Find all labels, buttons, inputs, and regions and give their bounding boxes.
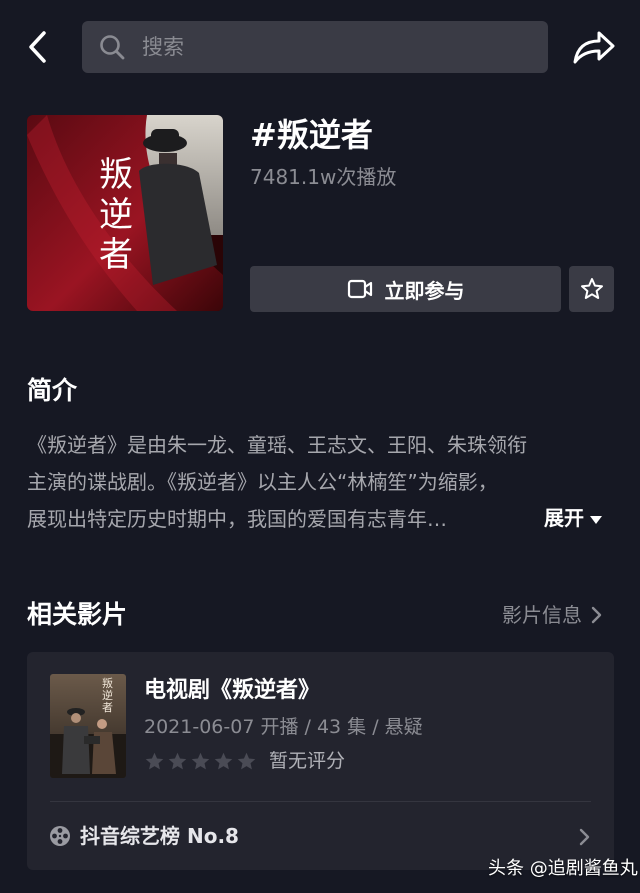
share-icon[interactable] — [571, 26, 617, 68]
poster-char: 叛 — [99, 155, 133, 195]
movie-info-link[interactable]: 影片信息 — [502, 600, 602, 630]
movie-title: 电视剧《叛逆者》 — [144, 678, 321, 703]
poster-char: 逆 — [99, 195, 133, 235]
related-movie-card[interactable]: 叛逆者 电视剧《叛逆者》 2021-06-07 开播 / 43 集 / 悬疑 暂… — [27, 652, 614, 870]
star-outline-icon — [580, 278, 603, 299]
favorite-button[interactable] — [569, 266, 614, 312]
triangle-down-icon — [590, 515, 602, 524]
join-button-label: 立即参与 — [384, 278, 465, 303]
intro-heading: 简介 — [27, 376, 78, 405]
intro-text: 《叛逆者》是由朱一龙、童瑶、王志文、王阳、朱珠领衔 主演的谍战剧。《叛逆者》以主… — [27, 427, 617, 538]
video-camera-icon — [347, 279, 372, 299]
topic-title: #叛逆者 — [250, 116, 373, 154]
play-count: 7481.1w次播放 — [250, 165, 397, 189]
movie-info-label: 影片信息 — [502, 603, 582, 627]
star-icon — [191, 752, 210, 769]
chevron-right-icon[interactable] — [577, 827, 591, 847]
intro-line: 展现出特定历史时期中，我国的爱国有志青年… — [27, 507, 447, 531]
movie-meta: 2021-06-07 开播 / 43 集 / 悬疑 — [144, 716, 423, 738]
card-divider — [50, 801, 591, 802]
poster-char: 者 — [99, 235, 133, 275]
related-heading: 相关影片 — [27, 600, 128, 629]
star-icon — [237, 752, 256, 769]
top-bar: 搜索 — [0, 0, 640, 95]
intro-line: 《叛逆者》是由朱一龙、童瑶、王志文、王阳、朱珠领衔 — [27, 433, 527, 457]
mini-poster-text: 叛逆者 — [102, 677, 113, 714]
rating-text: 暂无评分 — [269, 750, 346, 772]
expand-label: 展开 — [544, 506, 584, 530]
expand-button[interactable]: 展开 — [544, 500, 602, 537]
film-reel-icon — [50, 826, 70, 846]
search-placeholder: 搜索 — [142, 35, 184, 59]
join-button[interactable]: 立即参与 — [250, 266, 561, 312]
topic-poster: 叛 逆 者 — [27, 115, 223, 311]
star-icon — [168, 752, 187, 769]
search-input[interactable]: 搜索 — [82, 21, 548, 73]
rank-text[interactable]: 抖音综艺榜 No.8 — [80, 821, 239, 851]
watermark: 头条 @追剧酱鱼丸 — [488, 858, 638, 879]
movie-rating: 暂无评分 — [144, 748, 345, 774]
star-icon — [214, 752, 233, 769]
movie-poster: 叛逆者 — [50, 674, 126, 778]
intro-line: 主演的谍战剧。《叛逆者》以主人公“林楠笙”为缩影， — [27, 470, 498, 494]
chevron-left-icon[interactable] — [22, 28, 56, 66]
chevron-right-icon — [591, 606, 602, 624]
star-icon — [145, 752, 164, 769]
search-icon — [100, 35, 125, 60]
